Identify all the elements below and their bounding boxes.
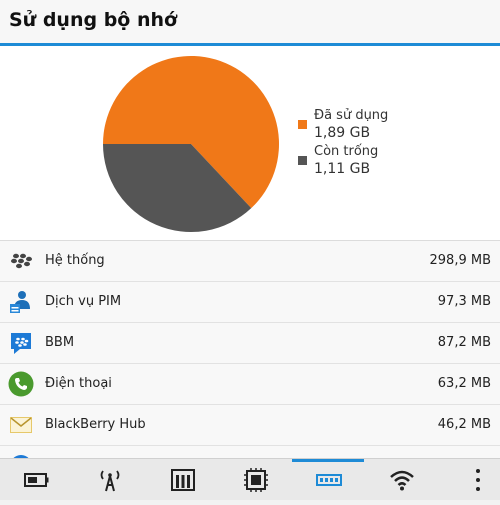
- item-name: Hệ thống: [45, 253, 105, 268]
- tab-wifi[interactable]: [365, 459, 437, 501]
- page-title: Sử dụng bộ nhớ: [9, 9, 178, 31]
- tab-memory[interactable]: [292, 459, 364, 501]
- cpu-icon: [244, 468, 268, 492]
- overflow-menu-icon: [476, 469, 480, 491]
- app-header: Sử dụng bộ nhớ: [0, 0, 500, 46]
- wifi-icon: [390, 470, 414, 491]
- tab-storage[interactable]: [146, 459, 218, 501]
- bottom-toolbar: [0, 458, 500, 500]
- blackberry-logo-icon: [8, 248, 34, 274]
- tab-network[interactable]: [73, 459, 145, 501]
- hub-envelope-icon: [8, 412, 34, 438]
- list-item[interactable]: BBM 87,2 MB: [0, 323, 500, 364]
- antenna-icon: [100, 470, 120, 492]
- tab-battery[interactable]: [0, 459, 72, 501]
- item-size: 97,3 MB: [437, 294, 491, 309]
- item-name: Điện thoại: [45, 376, 112, 391]
- legend-value-free: 1,11 GB: [314, 161, 371, 177]
- item-size: 46,2 MB: [437, 417, 491, 432]
- item-name: BBM: [45, 335, 75, 350]
- legend-swatch-free: [298, 156, 307, 165]
- memory-icon: [316, 474, 342, 486]
- item-name: Dịch vụ PIM: [45, 294, 122, 309]
- item-size: 87,2 MB: [437, 335, 491, 350]
- phone-icon: [8, 371, 34, 397]
- storage-chart-area: Đã sử dụng 1,89 GB Còn trống 1,11 GB: [0, 46, 500, 240]
- list-item[interactable]: Hệ thống 298,9 MB: [0, 241, 500, 282]
- list-item[interactable]: BlackBerry Hub 46,2 MB: [0, 405, 500, 446]
- storage-icon: [171, 469, 195, 491]
- list-item[interactable]: Dịch vụ PIM 97,3 MB: [0, 282, 500, 323]
- battery-icon: [24, 473, 49, 487]
- bbm-icon: [8, 330, 34, 356]
- item-size: 63,2 MB: [437, 376, 491, 391]
- pim-icon: [8, 289, 34, 315]
- tab-cpu[interactable]: [219, 459, 291, 501]
- legend-label-used: Đã sử dụng: [314, 108, 389, 123]
- more-options-button[interactable]: [456, 459, 500, 501]
- app-usage-list: Hệ thống 298,9 MB Dịch vụ PIM 97,3 MB BB…: [0, 240, 500, 459]
- item-size: 298,9 MB: [429, 253, 491, 268]
- legend-swatch-used: [298, 120, 307, 129]
- pie-chart: [103, 56, 280, 233]
- item-name: BlackBerry Hub: [45, 417, 146, 432]
- legend-value-used: 1,89 GB: [314, 125, 371, 141]
- legend-label-free: Còn trống: [314, 144, 379, 159]
- list-item[interactable]: Điện thoại 63,2 MB: [0, 364, 500, 405]
